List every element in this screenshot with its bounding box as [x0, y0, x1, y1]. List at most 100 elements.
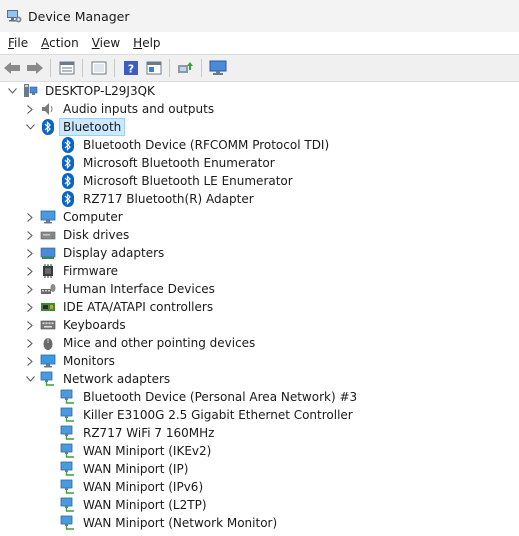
- chevron-right-icon[interactable]: [24, 244, 36, 262]
- device-manager-icon: [6, 8, 22, 24]
- tree-device[interactable]: RZ717 Bluetooth(R) Adapter: [0, 190, 519, 208]
- svg-text:?: ?: [128, 63, 134, 76]
- tree-item-label: Network adapters: [63, 372, 171, 386]
- tree-item-label: Keyboards: [63, 318, 126, 332]
- menu-help[interactable]: Help: [129, 36, 165, 50]
- toolbar-separator: [82, 59, 83, 77]
- hid-icon: [40, 281, 56, 297]
- tree-category[interactable]: Mice and other pointing devices: [0, 334, 519, 352]
- menu-accelerator: H: [133, 36, 143, 50]
- tree-item-label: Human Interface Devices: [63, 282, 215, 296]
- tree-category[interactable]: Computer: [0, 208, 519, 226]
- chevron-right-icon[interactable]: [24, 298, 36, 316]
- tree-item-label: IDE ATA/ATAPI controllers: [63, 300, 214, 314]
- menu-label-rest: iew: [99, 36, 121, 50]
- chevron-right-icon[interactable]: [24, 280, 36, 298]
- tree-item-label: RZ717 Bluetooth(R) Adapter: [83, 192, 254, 206]
- update-driver-icon: [91, 61, 107, 75]
- properties-icon: [59, 61, 75, 75]
- monitor-button[interactable]: [207, 57, 229, 79]
- toolbar-separator: [114, 59, 115, 77]
- chevron-right-icon[interactable]: [24, 262, 36, 280]
- tree-category[interactable]: Display adapters: [0, 244, 519, 262]
- network-adapter-icon: [60, 515, 76, 531]
- tree-item-label: Microsoft Bluetooth LE Enumerator: [83, 174, 293, 188]
- tree-device[interactable]: Microsoft Bluetooth Enumerator: [0, 154, 519, 172]
- menu-accelerator: V: [91, 36, 100, 50]
- tree-category[interactable]: Bluetooth: [0, 118, 519, 136]
- chevron-right-icon[interactable]: [24, 316, 36, 334]
- tree-item-label: Microsoft Bluetooth Enumerator: [83, 156, 275, 170]
- monitor-icon: [209, 60, 227, 75]
- scan-hardware-button[interactable]: [175, 57, 197, 79]
- bluetooth-icon: [60, 155, 76, 171]
- update-driver-button[interactable]: [88, 57, 110, 79]
- tree-device[interactable]: Killer E3100G 2.5 Gigabit Ethernet Contr…: [0, 406, 519, 424]
- chevron-down-icon[interactable]: [24, 118, 36, 136]
- chevron-right-icon[interactable]: [24, 226, 36, 244]
- tree-item-label: DESKTOP-L29J3QK: [45, 84, 155, 98]
- chevron-right-icon[interactable]: [24, 100, 36, 118]
- chevron-right-icon[interactable]: [24, 352, 36, 370]
- device-view-button[interactable]: [143, 57, 165, 79]
- help-button[interactable]: ?: [120, 57, 142, 79]
- menu-action[interactable]: Action: [37, 36, 84, 50]
- disk-icon: [40, 227, 56, 243]
- toolbar-separator: [201, 59, 202, 77]
- tree-item-label: Mice and other pointing devices: [63, 336, 256, 350]
- menu-file[interactable]: File: [4, 36, 33, 50]
- network-adapter-icon: [60, 443, 76, 459]
- chevron-right-icon[interactable]: [24, 334, 36, 352]
- toolbar-separator: [169, 59, 170, 77]
- chevron-down-icon[interactable]: [24, 370, 36, 388]
- tree-item-label: RZ717 WiFi 7 160MHz: [83, 426, 215, 440]
- tree-item-label: Firmware: [63, 264, 118, 278]
- back-button[interactable]: [1, 57, 23, 79]
- tree-category[interactable]: Network adapters: [0, 370, 519, 388]
- properties-button[interactable]: [56, 57, 78, 79]
- tree-category[interactable]: IDE ATA/ATAPI controllers: [0, 298, 519, 316]
- tree-device[interactable]: WAN Miniport (IKEv2): [0, 442, 519, 460]
- network-adapter-icon: [60, 479, 76, 495]
- chevron-right-icon[interactable]: [24, 208, 36, 226]
- device-tree: DESKTOP-L29J3QK Audio inputs and outputs B…: [0, 82, 519, 532]
- menu-accelerator: A: [41, 36, 50, 50]
- menu-label-rest: ile: [14, 36, 29, 50]
- tree-category[interactable]: Keyboards: [0, 316, 519, 334]
- tree-device[interactable]: WAN Miniport (L2TP): [0, 496, 519, 514]
- mouse-icon: [40, 335, 56, 351]
- tree-device[interactable]: Bluetooth Device (RFCOMM Protocol TDI): [0, 136, 519, 154]
- tree-item-label: WAN Miniport (IPv6): [83, 480, 204, 494]
- computer-root-icon: [22, 83, 38, 99]
- bluetooth-icon: [60, 191, 76, 207]
- tree-item-label: WAN Miniport (Network Monitor): [83, 516, 278, 530]
- bluetooth-icon: [40, 119, 56, 135]
- tree-item-label: Disk drives: [63, 228, 130, 242]
- tree-device[interactable]: WAN Miniport (IP): [0, 460, 519, 478]
- tree-category[interactable]: Disk drives: [0, 226, 519, 244]
- tree-device[interactable]: RZ717 WiFi 7 160MHz: [0, 424, 519, 442]
- tree-device[interactable]: Microsoft Bluetooth LE Enumerator: [0, 172, 519, 190]
- forward-button[interactable]: [24, 57, 46, 79]
- menu-label-rest: ction: [49, 36, 79, 50]
- tree-category[interactable]: Human Interface Devices: [0, 280, 519, 298]
- tree-device[interactable]: WAN Miniport (Network Monitor): [0, 514, 519, 532]
- network-adapter-icon: [60, 461, 76, 477]
- tree-item-label: Bluetooth Device (RFCOMM Protocol TDI): [83, 138, 330, 152]
- title-bar: Device Manager: [0, 0, 519, 32]
- tree-category[interactable]: Monitors: [0, 352, 519, 370]
- forward-icon: [27, 62, 43, 74]
- tree-item-label: Computer: [63, 210, 123, 224]
- tree-category[interactable]: Audio inputs and outputs: [0, 100, 519, 118]
- tree-category[interactable]: Firmware: [0, 262, 519, 280]
- menu-bar: File Action View Help: [0, 32, 519, 54]
- tree-item-label: WAN Miniport (IP): [83, 462, 189, 476]
- window-title: Device Manager: [28, 8, 130, 24]
- network-adapter-icon: [60, 389, 76, 405]
- tree-root[interactable]: DESKTOP-L29J3QK: [0, 82, 519, 100]
- tree-device[interactable]: WAN Miniport (IPv6): [0, 478, 519, 496]
- chevron-down-icon[interactable]: [6, 82, 18, 100]
- tree-device[interactable]: Bluetooth Device (Personal Area Network)…: [0, 388, 519, 406]
- menu-view[interactable]: View: [88, 36, 125, 50]
- device-view-icon: [146, 61, 162, 75]
